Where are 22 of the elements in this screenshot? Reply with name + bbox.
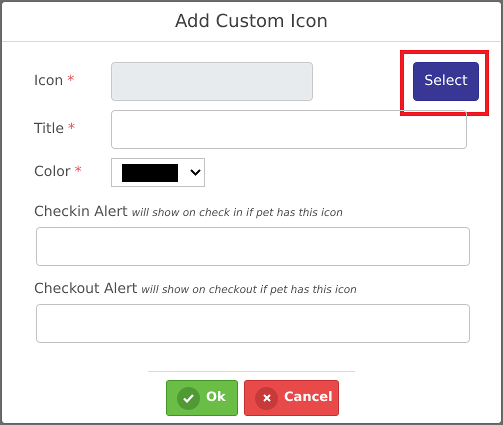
field-label: Icon: [34, 72, 64, 91]
close-icon: [262, 394, 270, 402]
required-mark: *: [74, 163, 82, 182]
field-hint: will show on checkout if pet has this icon: [141, 283, 357, 298]
field-label: Color: [34, 163, 71, 182]
alert-field[interactable]: [36, 227, 470, 266]
field-hint: will show on check in if pet has this icon: [132, 206, 343, 221]
ok-button[interactable]: Ok: [166, 380, 238, 416]
title-field[interactable]: [111, 110, 467, 149]
icon-field[interactable]: [111, 62, 313, 101]
select-button[interactable]: Select: [413, 62, 479, 101]
field-label: Checkout Alert: [34, 280, 138, 299]
chevron-down-icon: [190, 169, 201, 176]
required-mark: *: [68, 120, 76, 139]
check-icon: [183, 394, 194, 402]
required-mark: *: [67, 72, 74, 91]
alert-field[interactable]: [36, 304, 470, 343]
color-dropdown[interactable]: [111, 158, 205, 187]
field-label: Checkin Alert: [34, 203, 128, 222]
cancel-button[interactable]: Cancel: [244, 380, 339, 416]
field-label: Title: [34, 120, 64, 139]
dialog-title: Add Custom Icon: [175, 10, 328, 34]
